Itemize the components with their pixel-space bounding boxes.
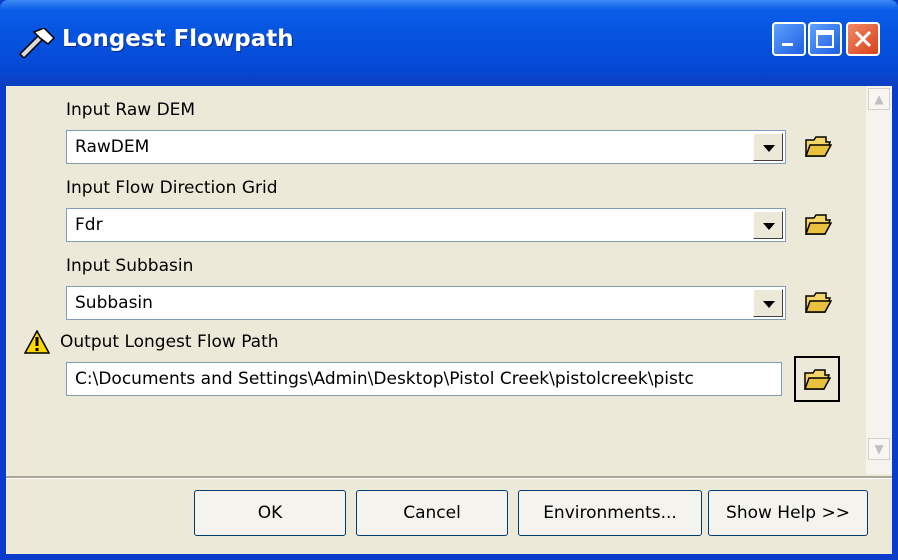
raw-dem-value: RawDEM bbox=[75, 137, 150, 157]
close-button[interactable] bbox=[846, 22, 880, 56]
footer-divider bbox=[6, 476, 892, 479]
dropdown-arrow-icon[interactable] bbox=[753, 133, 783, 161]
ok-button[interactable]: OK bbox=[194, 490, 346, 536]
vertical-scrollbar[interactable]: ▲ ▼ bbox=[866, 86, 892, 474]
window-title: Longest Flowpath bbox=[62, 26, 294, 52]
field-label-raw-dem: Input Raw DEM bbox=[66, 100, 196, 120]
browse-flow-direction-button[interactable] bbox=[796, 204, 840, 244]
output-path-input[interactable]: C:\Documents and Settings\Admin\Desktop\… bbox=[66, 362, 782, 396]
title-bar[interactable]: Longest Flowpath bbox=[0, 0, 898, 86]
output-path-value: C:\Documents and Settings\Admin\Desktop\… bbox=[75, 369, 694, 389]
maximize-icon bbox=[816, 30, 834, 48]
parameters-panel: Input Raw DEM RawDEM Input Flow Directio… bbox=[20, 86, 886, 474]
scroll-down-icon[interactable]: ▼ bbox=[868, 438, 890, 460]
flow-direction-value: Fdr bbox=[75, 215, 103, 235]
subbasin-value: Subbasin bbox=[75, 293, 153, 313]
open-folder-icon bbox=[804, 214, 832, 235]
dialog-body: Input Raw DEM RawDEM Input Flow Directio… bbox=[6, 86, 892, 554]
browse-output-button[interactable] bbox=[794, 356, 840, 402]
warning-icon bbox=[24, 330, 50, 354]
browse-raw-dem-button[interactable] bbox=[796, 126, 840, 166]
field-label-subbasin: Input Subbasin bbox=[66, 256, 194, 276]
dialog-window: Longest Flowpath Input Raw DEM RawDEM In… bbox=[0, 0, 898, 560]
cancel-button[interactable]: Cancel bbox=[356, 490, 508, 536]
hammer-icon bbox=[18, 28, 56, 58]
flow-direction-combobox[interactable]: Fdr bbox=[66, 208, 786, 242]
minimize-button[interactable] bbox=[772, 22, 806, 56]
maximize-button[interactable] bbox=[808, 22, 842, 56]
close-icon bbox=[854, 30, 872, 48]
raw-dem-combobox[interactable]: RawDEM bbox=[66, 130, 786, 164]
field-label-flow-direction: Input Flow Direction Grid bbox=[66, 178, 278, 198]
dropdown-arrow-icon[interactable] bbox=[753, 289, 783, 317]
open-folder-icon bbox=[804, 292, 832, 313]
browse-subbasin-button[interactable] bbox=[796, 282, 840, 322]
open-folder-icon bbox=[804, 136, 832, 157]
environments-button[interactable]: Environments... bbox=[518, 490, 702, 536]
show-help-button[interactable]: Show Help >> bbox=[708, 490, 868, 536]
subbasin-combobox[interactable]: Subbasin bbox=[66, 286, 786, 320]
scroll-up-icon[interactable]: ▲ bbox=[868, 88, 890, 110]
dropdown-arrow-icon[interactable] bbox=[753, 211, 783, 239]
open-folder-icon bbox=[803, 369, 831, 390]
field-label-output-flow-path: Output Longest Flow Path bbox=[60, 332, 279, 352]
minimize-icon bbox=[782, 43, 793, 46]
